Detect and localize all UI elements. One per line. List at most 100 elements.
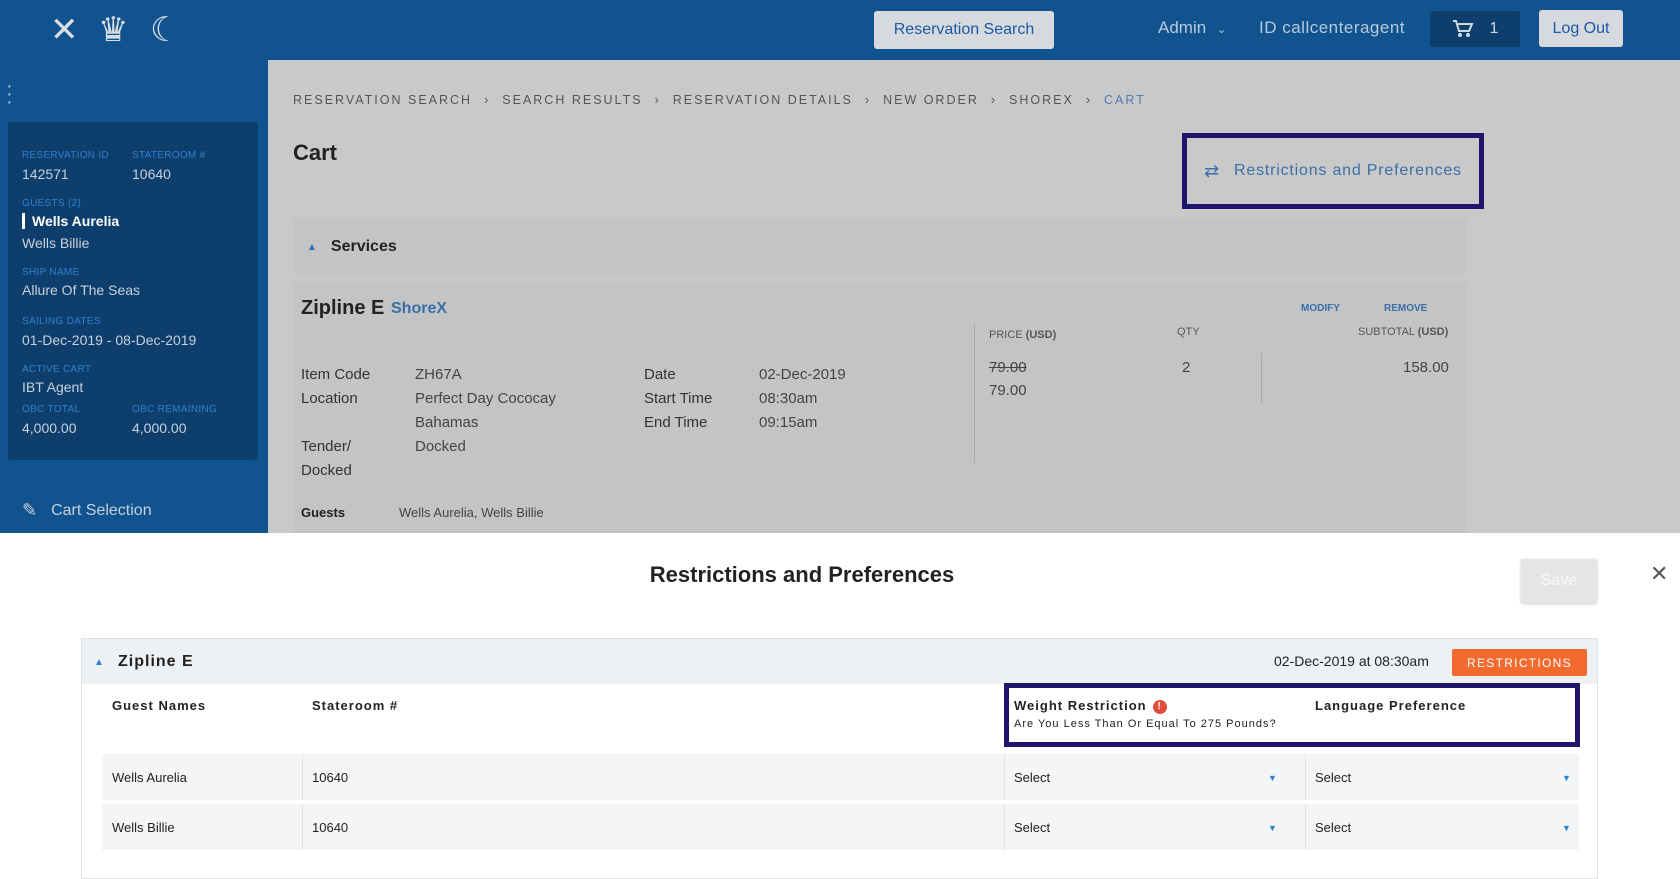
reservation-id: 142571 — [22, 166, 69, 182]
weight-restriction-header: Weight Restriction! — [1014, 698, 1167, 714]
swap-arrows-icon: ⇄ — [1204, 160, 1221, 181]
guests-label: Guests — [301, 505, 346, 520]
cart-selection-link[interactable]: ✎ Cart Selection — [22, 500, 152, 521]
services-section-toggle[interactable]: ▲ Services — [293, 219, 1467, 275]
breadcrumb-shorex[interactable]: SHOREX — [1009, 93, 1074, 107]
excursion-panel: ▲ Zipline E 02-Dec-2019 at 08:30am RESTR… — [81, 638, 1598, 879]
end-time-value: 09:15am — [759, 414, 818, 431]
guest-names-header: Guest Names — [112, 698, 207, 713]
kebab-menu-icon[interactable]: · · · — [6, 76, 13, 112]
reservation-search-button[interactable]: Reservation Search — [874, 11, 1054, 49]
chevron-right-icon: › — [864, 93, 872, 107]
cell-divider — [1305, 754, 1306, 800]
weight-select-value: Select — [1014, 820, 1051, 835]
reservation-id-label: RESERVATION ID — [22, 150, 109, 161]
original-price: 79.00 — [989, 359, 1027, 376]
breadcrumb: RESERVATION SEARCH › SEARCH RESULTS › RESERV… — [293, 93, 1146, 107]
services-label: Services — [330, 238, 397, 255]
stateroom-header: Stateroom # — [312, 698, 399, 713]
breadcrumb-new-order[interactable]: NEW ORDER — [883, 93, 979, 107]
weight-select-value: Select — [1014, 770, 1051, 785]
admin-menu[interactable]: Admin ⌄ — [1158, 18, 1226, 38]
end-time-label: End Time — [644, 414, 708, 431]
royal-caribbean-crown-logo: ♛ — [98, 10, 129, 50]
language-select-value: Select — [1315, 820, 1352, 835]
top-navbar: ✕ ♛ ☾ Reservation Search Admin ⌄ ID call… — [0, 0, 1680, 60]
date-value: 02-Dec-2019 — [759, 366, 846, 383]
azamara-logo: ☾ — [150, 10, 181, 50]
obc-total: 4,000.00 — [22, 420, 77, 436]
restrictions-preferences-modal: Restrictions and Preferences Save ✕ ▲ Zi… — [0, 533, 1680, 879]
price-label: PRICE — [989, 329, 1023, 341]
guests-value: Wells Aurelia, Wells Billie — [399, 505, 544, 520]
breadcrumb-search-results[interactable]: SEARCH RESULTS — [502, 93, 642, 107]
dropdown-caret-icon: ▼ — [1562, 823, 1571, 833]
dropdown-caret-icon: ▼ — [1268, 823, 1277, 833]
cell-divider — [302, 754, 303, 800]
dropdown-caret-icon: ▼ — [1562, 773, 1571, 783]
user-id-label: ID callcenteragent — [1259, 18, 1406, 37]
caret-up-icon: ▲ — [94, 657, 104, 668]
obc-remaining-label: OBC REMAINING — [132, 404, 218, 415]
current-price: 79.00 — [989, 382, 1027, 399]
shopping-cart-icon — [1452, 20, 1474, 37]
excursion-name: Zipline E — [118, 653, 194, 670]
ship-name-label: SHIP NAME — [22, 267, 80, 278]
table-row: Wells Billie 10640 Select ▼ Select ▼ — [102, 804, 1579, 850]
ship-name: Allure Of The Seas — [22, 282, 141, 298]
item-name: Zipline E — [301, 297, 385, 319]
item-code: ZH67A — [415, 366, 462, 383]
location-label: Location — [301, 390, 358, 407]
breadcrumb-reservation-details[interactable]: RESERVATION DETAILS — [673, 93, 853, 107]
admin-label: Admin — [1158, 18, 1207, 37]
cell-divider — [1004, 804, 1005, 850]
cart-count: 1 — [1489, 20, 1499, 37]
logout-button[interactable]: Log Out — [1539, 10, 1623, 47]
item-code-label: Item Code — [301, 366, 371, 383]
cart-selection-icon: ✎ — [22, 500, 38, 520]
chevron-right-icon: › — [990, 93, 998, 107]
celebrity-x-logo: ✕ — [50, 10, 79, 50]
restrictions-preferences-link[interactable]: ⇄ Restrictions and Preferences — [1182, 133, 1484, 209]
restrictions-button[interactable]: RESTRICTIONS — [1452, 649, 1587, 676]
dropdown-caret-icon: ▼ — [1268, 773, 1277, 783]
tender-value: Docked — [415, 438, 466, 455]
chevron-right-icon: › — [484, 93, 491, 107]
obc-total-label: OBC TOTAL — [22, 404, 81, 415]
breadcrumb-reservation-search[interactable]: RESERVATION SEARCH — [293, 93, 472, 107]
item-category-tag: ShoreX — [391, 300, 448, 317]
language-select-value: Select — [1315, 770, 1352, 785]
stateroom-value: 10640 — [132, 166, 171, 182]
excursion-panel-header[interactable]: ▲ Zipline E 02-Dec-2019 at 08:30am RESTR… — [82, 639, 1597, 684]
subtotal-value: 158.00 — [1403, 359, 1449, 376]
stateroom-number: 10640 — [312, 820, 349, 835]
weight-restriction-label: Weight Restriction — [1014, 698, 1147, 713]
active-cart: IBT Agent — [22, 379, 84, 395]
sailing-dates: 01-Dec-2019 - 08-Dec-2019 — [22, 332, 197, 348]
remove-link[interactable]: REMOVE — [1384, 303, 1427, 314]
guest-selected[interactable]: Wells Aurelia — [22, 213, 119, 229]
cart-item-card: Zipline E ShoreX MODIFY REMOVE PRICE (US… — [293, 283, 1467, 533]
price-unit: (USD) — [1025, 329, 1057, 341]
guests-label: GUESTS (2) — [22, 198, 82, 209]
chevron-right-icon: › — [654, 93, 661, 107]
date-label: Date — [644, 366, 676, 383]
info-alert-icon[interactable]: ! — [1152, 700, 1167, 714]
guest-name: Wells Billie — [112, 820, 175, 835]
tender-label-line2: Docked — [301, 462, 352, 479]
stateroom-number: 10640 — [312, 770, 349, 785]
cart-button[interactable]: 1 — [1430, 11, 1520, 47]
modify-link[interactable]: MODIFY — [1301, 303, 1340, 314]
guest-item[interactable]: Wells Billie — [22, 235, 89, 251]
cell-divider — [1305, 804, 1306, 850]
chevron-down-icon: ⌄ — [1216, 24, 1227, 36]
sidebar: · · · RESERVATION ID 142571 STATEROOM # 10… — [0, 60, 268, 533]
save-button[interactable]: Save — [1521, 559, 1597, 603]
breadcrumb-cart: CART — [1104, 93, 1146, 107]
cart-selection-label: Cart Selection — [51, 501, 152, 519]
excursion-datetime: 02-Dec-2019 at 08:30am — [1274, 653, 1429, 669]
close-icon[interactable]: ✕ — [1650, 561, 1668, 587]
restrictions-preferences-label: Restrictions and Preferences — [1234, 162, 1462, 179]
sailing-dates-label: SAILING DATES — [22, 316, 101, 327]
restriction-highlight — [1004, 683, 1580, 747]
